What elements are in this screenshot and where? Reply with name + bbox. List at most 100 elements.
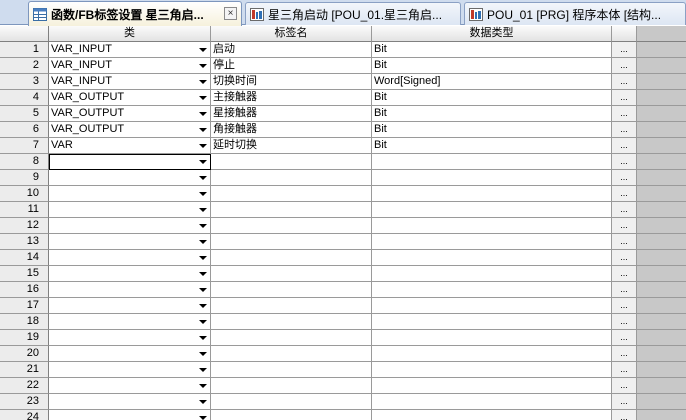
data-type-cell[interactable] — [372, 394, 612, 410]
label-name-cell[interactable] — [211, 298, 372, 314]
row-number[interactable]: 16 — [0, 282, 49, 298]
table-row[interactable]: 24... — [0, 410, 686, 420]
data-type-browse-button[interactable]: ... — [612, 106, 637, 122]
data-type-browse-button[interactable]: ... — [612, 346, 637, 362]
chevron-down-icon[interactable] — [199, 80, 207, 84]
data-type-browse-button[interactable]: ... — [612, 410, 637, 420]
chevron-down-icon[interactable] — [199, 48, 207, 52]
label-name-cell[interactable] — [211, 410, 372, 420]
chevron-down-icon[interactable] — [199, 176, 207, 180]
chevron-down-icon[interactable] — [199, 368, 207, 372]
data-type-browse-button[interactable]: ... — [612, 186, 637, 202]
class-select[interactable] — [49, 282, 211, 298]
data-type-browse-button[interactable]: ... — [612, 330, 637, 346]
chevron-down-icon[interactable] — [199, 336, 207, 340]
data-type-browse-button[interactable]: ... — [612, 314, 637, 330]
class-select[interactable]: VAR_OUTPUT — [49, 106, 211, 122]
table-row[interactable]: 11... — [0, 202, 686, 218]
table-row[interactable]: 1 VAR_INPUT 启动 Bit... — [0, 42, 686, 58]
data-type-cell[interactable]: Bit — [372, 90, 612, 106]
table-row[interactable]: 17... — [0, 298, 686, 314]
column-header-data-type[interactable]: 数据类型 — [372, 26, 612, 42]
data-type-cell[interactable] — [372, 346, 612, 362]
label-name-cell[interactable] — [211, 218, 372, 234]
data-type-browse-button[interactable]: ... — [612, 394, 637, 410]
row-number[interactable]: 21 — [0, 362, 49, 378]
table-row[interactable]: 18... — [0, 314, 686, 330]
data-type-browse-button[interactable]: ... — [612, 362, 637, 378]
class-select[interactable] — [49, 154, 211, 170]
data-type-cell[interactable] — [372, 234, 612, 250]
row-number[interactable]: 4 — [0, 90, 49, 106]
label-name-cell[interactable] — [211, 282, 372, 298]
label-name-cell[interactable] — [211, 202, 372, 218]
table-row[interactable]: 2 VAR_INPUT 停止 Bit... — [0, 58, 686, 74]
table-row[interactable]: 14... — [0, 250, 686, 266]
data-type-cell[interactable] — [372, 218, 612, 234]
tab-fb-label-settings[interactable]: 函数/FB标签设置 星三角启... × — [28, 1, 242, 26]
data-type-browse-button[interactable]: ... — [612, 122, 637, 138]
row-number[interactable]: 14 — [0, 250, 49, 266]
row-number[interactable]: 18 — [0, 314, 49, 330]
class-select[interactable] — [49, 410, 211, 420]
row-number[interactable]: 1 — [0, 42, 49, 58]
chevron-down-icon[interactable] — [199, 272, 207, 276]
row-number[interactable]: 17 — [0, 298, 49, 314]
row-number[interactable]: 20 — [0, 346, 49, 362]
data-type-cell[interactable] — [372, 186, 612, 202]
row-number[interactable]: 23 — [0, 394, 49, 410]
row-number[interactable]: 6 — [0, 122, 49, 138]
class-select[interactable]: VAR_OUTPUT — [49, 122, 211, 138]
class-select[interactable]: VAR_INPUT — [49, 42, 211, 58]
data-type-cell[interactable]: Bit — [372, 122, 612, 138]
class-select[interactable] — [49, 186, 211, 202]
data-type-cell[interactable] — [372, 314, 612, 330]
tab-star-delta-start[interactable]: 星三角启动 [POU_01.星三角启... — [245, 2, 461, 25]
table-row[interactable]: 9... — [0, 170, 686, 186]
data-type-cell[interactable]: Bit — [372, 58, 612, 74]
table-row[interactable]: 22... — [0, 378, 686, 394]
data-type-browse-button[interactable]: ... — [612, 378, 637, 394]
data-type-browse-button[interactable]: ... — [612, 154, 637, 170]
data-type-browse-button[interactable]: ... — [612, 266, 637, 282]
chevron-down-icon[interactable] — [199, 288, 207, 292]
row-number[interactable]: 11 — [0, 202, 49, 218]
table-row[interactable]: 8... — [0, 154, 686, 170]
label-name-cell[interactable] — [211, 234, 372, 250]
table-row[interactable]: 12... — [0, 218, 686, 234]
class-select[interactable]: VAR_INPUT — [49, 58, 211, 74]
class-select[interactable]: VAR — [49, 138, 211, 154]
chevron-down-icon[interactable] — [199, 240, 207, 244]
data-type-cell[interactable] — [372, 170, 612, 186]
row-number[interactable]: 10 — [0, 186, 49, 202]
table-row[interactable]: 7 VAR 延时切换 Bit... — [0, 138, 686, 154]
chevron-down-icon[interactable] — [199, 352, 207, 356]
data-type-cell[interactable] — [372, 298, 612, 314]
class-select[interactable] — [49, 346, 211, 362]
tab-pou01-program-body[interactable]: POU_01 [PRG] 程序本体 [结构... — [464, 2, 686, 25]
class-select[interactable] — [49, 234, 211, 250]
data-type-browse-button[interactable]: ... — [612, 282, 637, 298]
row-number[interactable]: 19 — [0, 330, 49, 346]
label-name-cell[interactable] — [211, 378, 372, 394]
class-select[interactable] — [49, 314, 211, 330]
table-row[interactable]: 21... — [0, 362, 686, 378]
label-name-cell[interactable] — [211, 346, 372, 362]
chevron-down-icon[interactable] — [199, 400, 207, 404]
data-type-cell[interactable]: Bit — [372, 106, 612, 122]
table-row[interactable]: 6 VAR_OUTPUT 角接触器 Bit... — [0, 122, 686, 138]
class-select[interactable] — [49, 298, 211, 314]
data-type-cell[interactable] — [372, 330, 612, 346]
row-number[interactable]: 9 — [0, 170, 49, 186]
label-name-cell[interactable] — [211, 362, 372, 378]
chevron-down-icon[interactable] — [199, 128, 207, 132]
chevron-down-icon[interactable] — [199, 224, 207, 228]
chevron-down-icon[interactable] — [199, 64, 207, 68]
class-select[interactable] — [49, 266, 211, 282]
row-number[interactable]: 22 — [0, 378, 49, 394]
chevron-down-icon[interactable] — [199, 320, 207, 324]
column-header-label-name[interactable]: 标签名 — [211, 26, 372, 42]
class-select[interactable] — [49, 170, 211, 186]
chevron-down-icon[interactable] — [199, 304, 207, 308]
table-row[interactable]: 3 VAR_INPUT 切换时间 Word[Signed]... — [0, 74, 686, 90]
